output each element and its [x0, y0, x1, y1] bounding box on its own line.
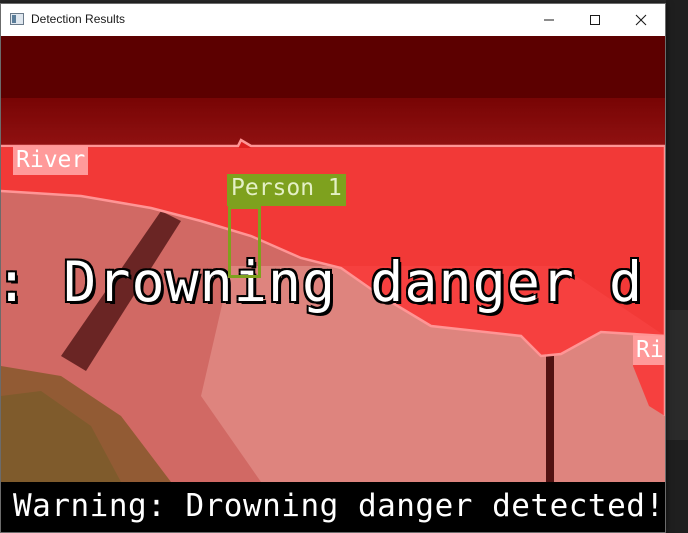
video-frame-area: : Drowning danger d River Riv Person 1 W… — [1, 36, 665, 532]
maximize-button[interactable] — [572, 4, 618, 36]
app-window-icon — [10, 13, 24, 25]
minimize-button[interactable] — [526, 4, 572, 36]
person-label: Person 1 — [227, 174, 346, 206]
warning-banner: Warning: Drowning danger detected! Ove — [1, 482, 665, 526]
frame-top-band — [1, 36, 665, 98]
detection-results-window: Detection Results: Drowning danger d Ri… — [0, 3, 666, 533]
river-label-right: Riv — [633, 336, 665, 365]
close-icon — [635, 14, 647, 26]
maximize-icon — [590, 15, 600, 25]
title-bar[interactable]: Detection Results — [1, 4, 665, 36]
drowning-alert-overlay: : Drowning danger d — [1, 250, 644, 314]
desktop-background — [666, 0, 688, 533]
person-bounding-box — [228, 206, 261, 278]
desktop-panel-edge — [666, 310, 688, 440]
close-button[interactable] — [618, 4, 664, 36]
warning-banner-text: Warning: Drowning danger detected! Ove — [13, 488, 665, 524]
window-title: Detection Results — [31, 12, 126, 26]
minimize-icon — [544, 19, 554, 21]
river-label: River — [13, 146, 89, 175]
